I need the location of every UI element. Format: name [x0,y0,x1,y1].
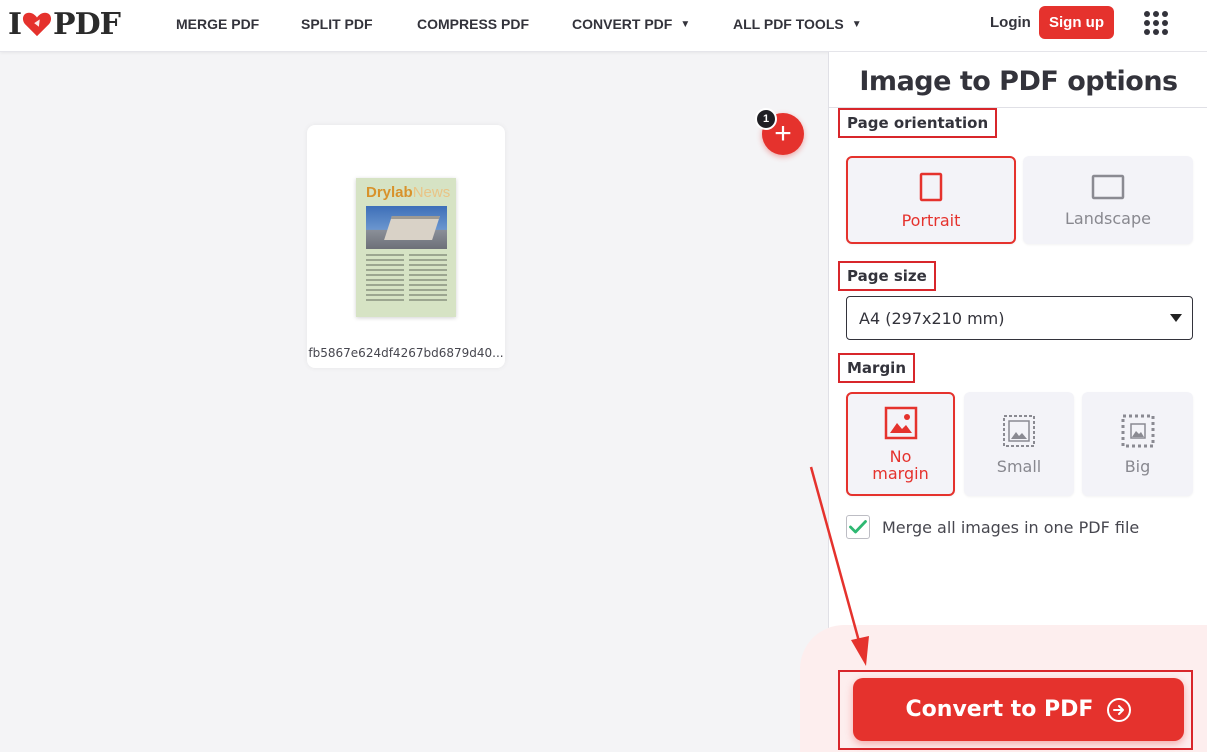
caret-down-icon: ▼ [680,18,691,30]
file-card[interactable]: DrylabNews fb5867e624df4267bd6879d40... [307,125,505,368]
nav-split-pdf[interactable]: SPLIT PDF [301,0,373,48]
margin-option-label: No margin [872,447,929,483]
nav-label: SPLIT PDF [301,16,373,32]
margin-big-option[interactable]: Big [1082,392,1193,496]
big-margin-image-icon [1121,414,1154,447]
nav-label: COMPRESS PDF [417,16,530,32]
nav-all-pdf-tools[interactable]: ALL PDF TOOLS ▼ [733,0,862,48]
ilovepdf-logo[interactable]: I PDF [8,6,121,42]
merge-images-checkbox-row[interactable]: Merge all images in one PDF file [846,515,1139,539]
file-name: fb5867e624df4267bd6879d40... [308,346,504,360]
arrow-right-circle-icon [1107,697,1132,722]
nav-merge-pdf[interactable]: MERGE PDF [176,0,259,48]
small-margin-image-icon [1003,414,1035,447]
orientation-option-label: Portrait [901,210,961,230]
file-count-badge: 1 [755,108,777,130]
logo-letter: I [8,6,22,42]
orientation-landscape-option[interactable]: Landscape [1023,156,1193,244]
nav-compress-pdf[interactable]: COMPRESS PDF [417,0,529,48]
orientation-option-label: Landscape [1065,208,1151,228]
merge-images-label: Merge all images in one PDF file [882,517,1140,537]
page-orientation-label: Page orientation [838,108,998,138]
portrait-page-icon [919,172,943,201]
page-size-label: Page size [838,261,936,291]
logo-text: PDF [53,6,121,42]
login-link[interactable]: Login [990,14,1031,31]
nav-label: ALL PDF TOOLS [733,16,844,32]
checkmark-icon [849,520,867,534]
file-thumbnail: DrylabNews [356,178,456,317]
orientation-portrait-option[interactable]: Portrait [846,156,1016,244]
margin-none-option[interactable]: No margin [846,392,955,496]
convert-button-label: Convert to PDF [905,697,1094,722]
heart-icon [22,12,52,37]
signup-button[interactable]: Sign up [1039,6,1114,39]
nav-label: MERGE PDF [176,16,260,32]
page-size-value: A4 (297x210 mm) [859,308,1005,328]
plus-icon: + [774,117,792,150]
no-margin-image-icon [884,406,917,440]
thumbnail-title: DrylabNews [366,184,451,201]
landscape-page-icon [1091,174,1125,199]
sidebar-title: Image to PDF options [859,66,1178,97]
top-nav-bar: I PDF MERGE PDF SPLIT PDF COMPRESS PDF C… [0,0,1207,52]
thumbnail-photo [366,206,447,249]
apps-grid-icon[interactable] [1144,11,1168,35]
dropdown-arrow-icon [1170,314,1182,322]
caret-down-icon: ▼ [851,18,862,30]
nav-convert-pdf[interactable]: CONVERT PDF ▼ [572,0,690,48]
margin-option-label: Big [1124,456,1151,476]
margin-small-option[interactable]: Small [964,392,1074,496]
merge-images-checkbox[interactable] [846,515,870,539]
margin-label: Margin [838,353,916,383]
nav-label: CONVERT PDF [572,16,673,32]
convert-to-pdf-button[interactable]: Convert to PDF [853,678,1184,741]
page-size-select[interactable]: A4 (297x210 mm) [846,296,1193,340]
margin-option-label: Small [996,456,1042,476]
